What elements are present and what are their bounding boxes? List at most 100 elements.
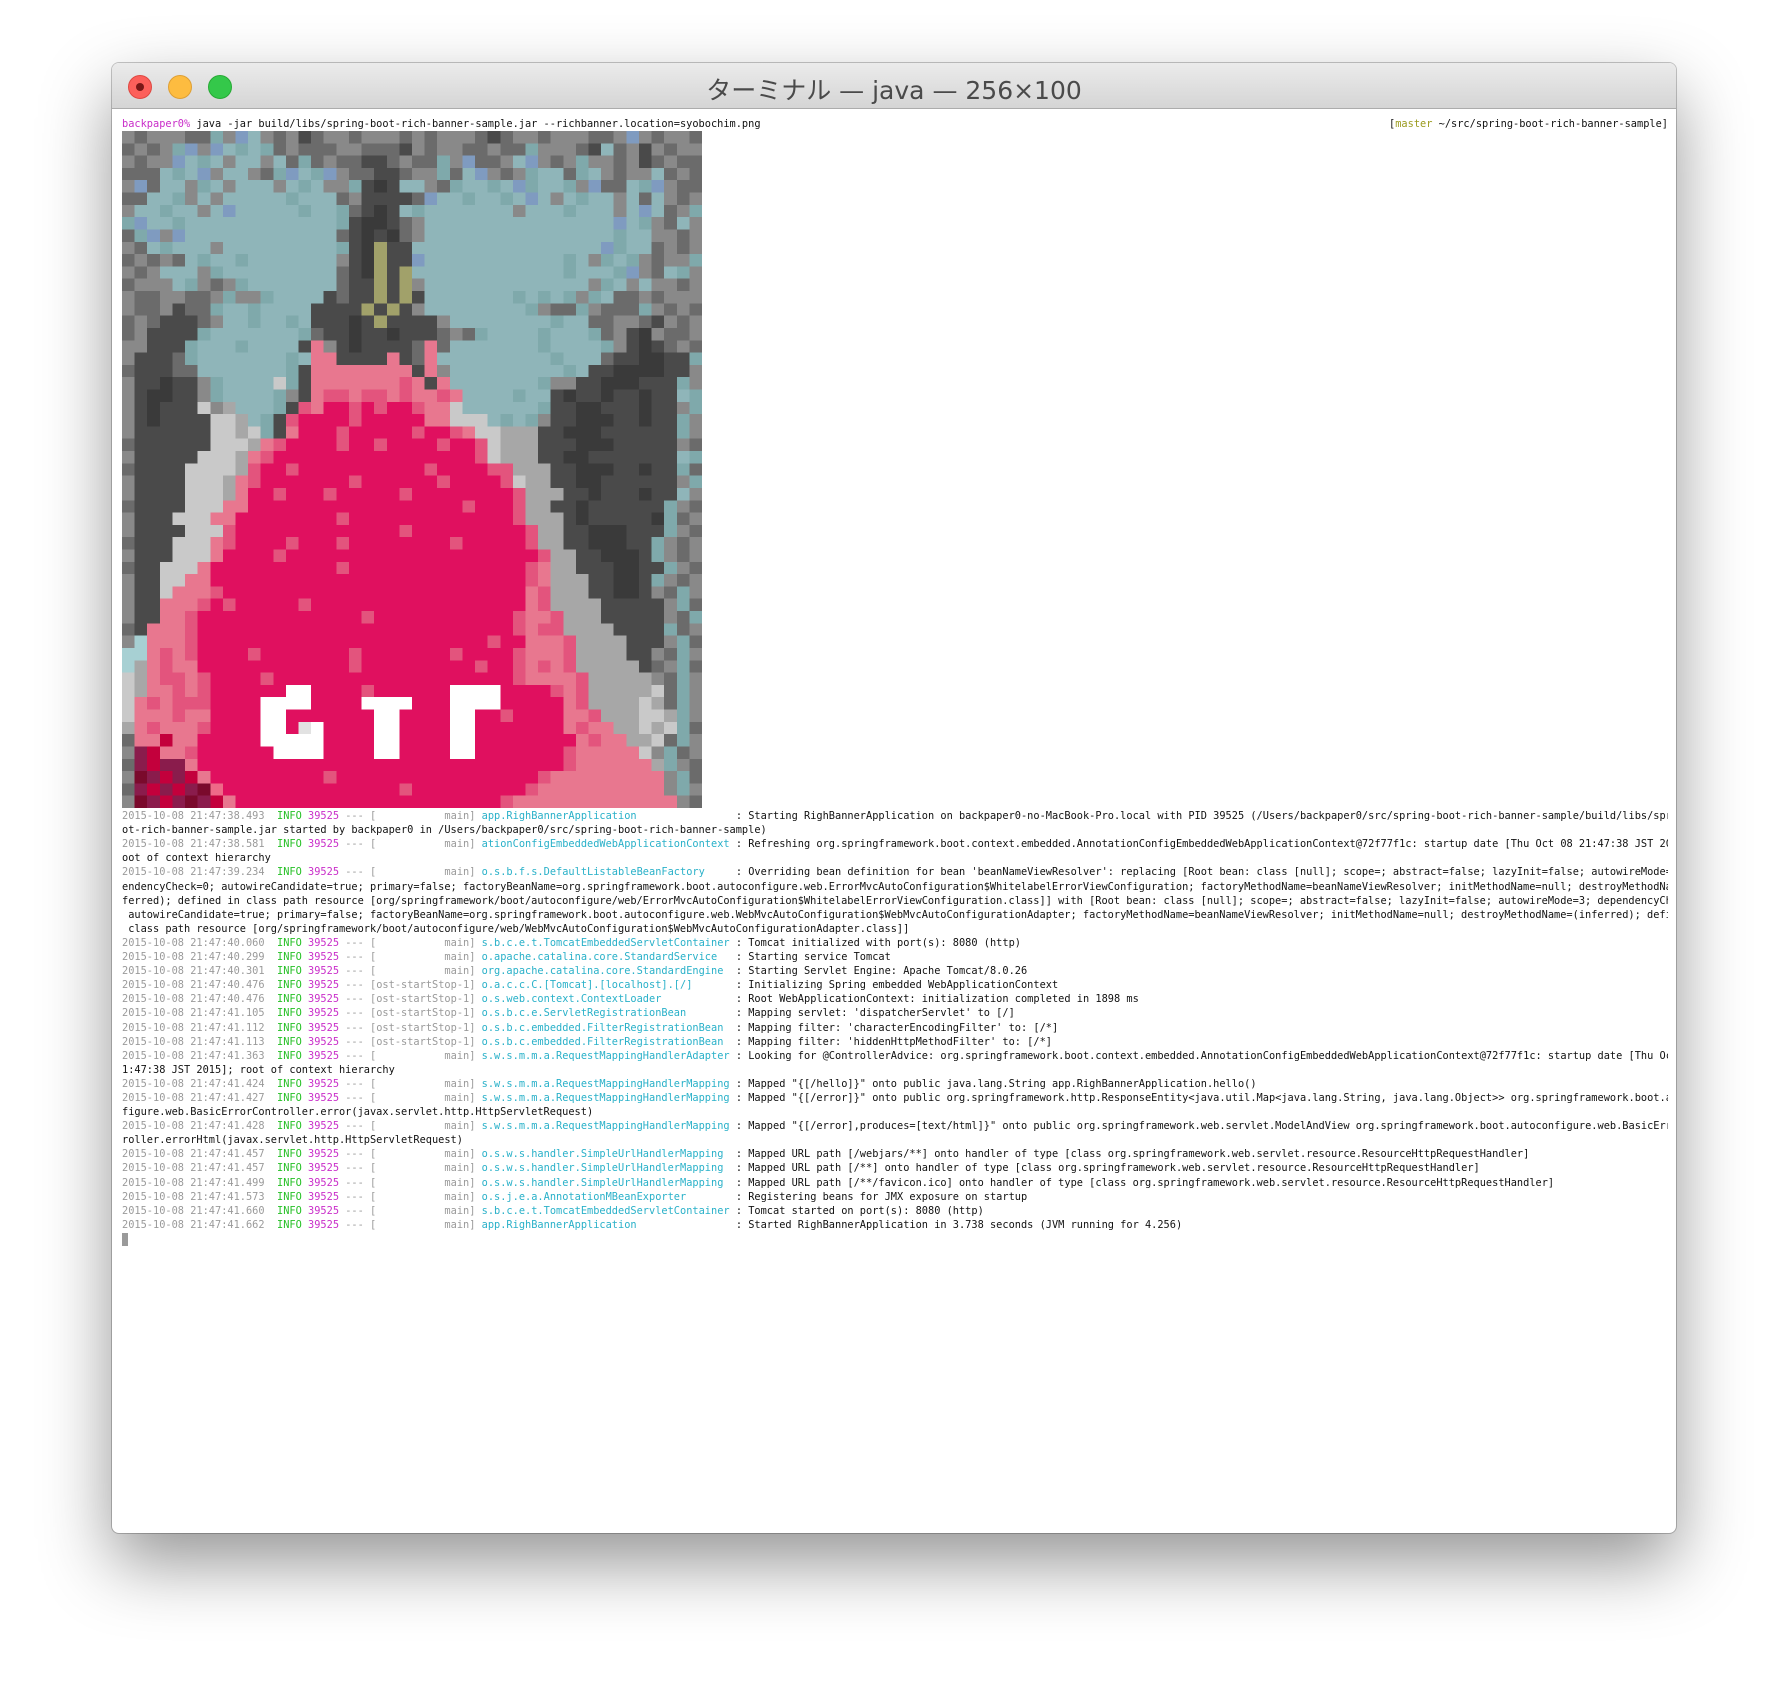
log-thread: [ost-startStop-1] — [370, 979, 476, 992]
log-continuation: 1:47:38 JST 2015]; root of context hiera… — [122, 1063, 395, 1076]
terminal-window: ターミナル — java — 256×100 backpaper0% java … — [112, 63, 1676, 1533]
log-logger: o.s.w.s.handler.SimpleUrlHandlerMapping — [481, 1148, 730, 1161]
log-thread: [ main] — [370, 965, 476, 978]
log-pid: 39525 — [308, 1035, 340, 1048]
log-continuation: figure.web.BasicErrorController.error(ja… — [122, 1106, 594, 1119]
log-message: : Root WebApplicationContext: initializa… — [735, 993, 1139, 1006]
log-separator: --- — [345, 1007, 364, 1020]
log-separator: --- — [345, 1035, 364, 1048]
log-line: 2015-10-08 21:47:40.060 INFO 39525 --- [… — [122, 936, 1668, 950]
log-thread: [ main] — [370, 1204, 476, 1217]
log-pid: 39525 — [308, 866, 340, 879]
log-level: INFO — [277, 1120, 302, 1133]
log-line: 2015-10-08 21:47:41.424 INFO 39525 --- [… — [122, 1077, 1668, 1091]
log-pid: 39525 — [308, 1190, 340, 1203]
log-pid: 39525 — [308, 965, 340, 978]
log-message: : Overriding bean definition for bean 'b… — [735, 866, 1668, 879]
log-thread: [ main] — [370, 1190, 476, 1203]
log-message: : Mapped "{[/error]}" onto public org.sp… — [735, 1091, 1668, 1104]
log-logger: ationConfigEmbeddedWebApplicationContext — [481, 838, 730, 851]
log-separator: --- — [345, 936, 364, 949]
log-continuation: endencyCheck=0; autowireCandidate=true; … — [122, 880, 1668, 893]
log-message: : Mapping filter: 'hiddenHttpMethodFilte… — [735, 1035, 1052, 1048]
log-timestamp: 2015-10-08 21:47:40.476 — [122, 993, 265, 1006]
log-message: : Tomcat started on port(s): 8080 (http) — [735, 1204, 984, 1217]
log-message: : Tomcat initialized with port(s): 8080 … — [735, 936, 1021, 949]
log-timestamp: 2015-10-08 21:47:38.581 — [122, 838, 265, 851]
log-message: : Starting Servlet Engine: Apache Tomcat… — [735, 965, 1028, 978]
log-level: INFO — [277, 1049, 302, 1062]
log-line: 2015-10-08 21:47:41.113 INFO 39525 --- [… — [122, 1035, 1668, 1049]
log-line: 2015-10-08 21:47:39.234 INFO 39525 --- [… — [122, 865, 1668, 879]
log-message: : Mapped URL path [/**] onto handler of … — [735, 1162, 1480, 1175]
log-timestamp: 2015-10-08 21:47:40.301 — [122, 965, 265, 978]
log-level: INFO — [277, 1007, 302, 1020]
log-timestamp: 2015-10-08 21:47:39.234 — [122, 866, 265, 879]
log-thread: [ main] — [370, 838, 476, 851]
log-continuation: ferred); defined in class path resource … — [122, 894, 1668, 907]
log-line: 2015-10-08 21:47:38.581 INFO 39525 --- [… — [122, 837, 1668, 851]
log-continuation: oot of context hierarchy — [122, 852, 271, 865]
log-message: : Mapped "{[/hello]}" onto public java.l… — [735, 1077, 1257, 1090]
terminal-content[interactable]: backpaper0% java -jar build/libs/spring-… — [122, 117, 1668, 1533]
log-level: INFO — [277, 1091, 302, 1104]
log-timestamp: 2015-10-08 21:47:38.493 — [122, 810, 265, 823]
log-level: INFO — [277, 1218, 302, 1231]
log-thread: [ost-startStop-1] — [370, 993, 476, 1006]
log-line: 2015-10-08 21:47:40.476 INFO 39525 --- [… — [122, 992, 1668, 1006]
log-logger: org.apache.catalina.core.StandardEngine — [481, 965, 730, 978]
log-line: 2015-10-08 21:47:38.493 INFO 39525 --- [… — [122, 809, 1668, 823]
log-logger: s.w.s.m.m.a.RequestMappingHandlerMapping — [481, 1077, 730, 1090]
log-pid: 39525 — [308, 1218, 340, 1231]
log-line: autowireCandidate=true; primary=false; f… — [122, 908, 1668, 922]
log-separator: --- — [345, 1120, 364, 1133]
log-logger: s.w.s.m.m.a.RequestMappingHandlerAdapter — [481, 1049, 730, 1062]
log-thread: [ main] — [370, 866, 476, 879]
log-logger: o.s.web.context.ContextLoader — [481, 993, 730, 1006]
right-prompt: [master ~/src/spring-boot-rich-banner-sa… — [1389, 117, 1668, 131]
log-message: : Mapped URL path [/**/favicon.ico] onto… — [735, 1176, 1555, 1189]
title-bar[interactable]: ターミナル — java — 256×100 — [112, 63, 1676, 109]
log-separator: --- — [345, 866, 364, 879]
log-message: : Registering beans for JMX exposure on … — [735, 1190, 1028, 1203]
terminal-cursor — [122, 1232, 128, 1246]
window-title: ターミナル — java — 256×100 — [706, 76, 1082, 105]
log-logger: app.RighBannerApplication — [481, 810, 730, 823]
log-timestamp: 2015-10-08 21:47:41.457 — [122, 1148, 265, 1161]
log-thread: [ main] — [370, 951, 476, 964]
log-pid: 39525 — [308, 979, 340, 992]
log-line: 2015-10-08 21:47:41.428 INFO 39525 --- [… — [122, 1119, 1668, 1133]
log-timestamp: 2015-10-08 21:47:41.112 — [122, 1021, 265, 1034]
log-message: : Mapping filter: 'characterEncodingFilt… — [735, 1021, 1059, 1034]
prompt-command: java -jar build/libs/spring-boot-rich-ba… — [190, 118, 761, 130]
log-thread: [ main] — [370, 1218, 476, 1231]
log-thread: [ main] — [370, 810, 476, 823]
log-timestamp: 2015-10-08 21:47:41.499 — [122, 1176, 265, 1189]
log-message: : Starting RighBannerApplication on back… — [735, 810, 1668, 823]
log-pid: 39525 — [308, 810, 340, 823]
log-logger: s.b.c.e.t.TomcatEmbeddedServletContainer — [481, 936, 730, 949]
log-separator: --- — [345, 1190, 364, 1203]
log-timestamp: 2015-10-08 21:47:40.299 — [122, 951, 265, 964]
log-timestamp: 2015-10-08 21:47:41.424 — [122, 1077, 265, 1090]
log-separator: --- — [345, 1049, 364, 1062]
log-pid: 39525 — [308, 1091, 340, 1104]
log-line: 2015-10-08 21:47:41.457 INFO 39525 --- [… — [122, 1161, 1668, 1175]
log-line: class path resource [org/springframework… — [122, 922, 1668, 936]
log-message: : Initializing Spring embedded WebApplic… — [735, 979, 1059, 992]
log-level: INFO — [277, 1176, 302, 1189]
log-logger: app.RighBannerApplication — [481, 1218, 730, 1231]
log-continuation: ot-rich-banner-sample.jar started by bac… — [122, 824, 767, 837]
log-line: figure.web.BasicErrorController.error(ja… — [122, 1105, 1668, 1119]
log-level: INFO — [277, 1021, 302, 1034]
log-message: : Refreshing org.springframework.boot.co… — [735, 838, 1668, 851]
log-separator: --- — [345, 1148, 364, 1161]
log-thread: [ost-startStop-1] — [370, 1021, 476, 1034]
log-pid: 39525 — [308, 1077, 340, 1090]
log-logger: o.s.b.c.embedded.FilterRegistrationBean — [481, 1021, 730, 1034]
log-thread: [ost-startStop-1] — [370, 1007, 476, 1020]
prompt-user: backpaper0% — [122, 118, 191, 130]
log-message: : Mapping servlet: 'dispatcherServlet' t… — [735, 1007, 1015, 1020]
log-pid: 39525 — [308, 1049, 340, 1062]
log-logger: s.w.s.m.m.a.RequestMappingHandlerMapping — [481, 1091, 730, 1104]
